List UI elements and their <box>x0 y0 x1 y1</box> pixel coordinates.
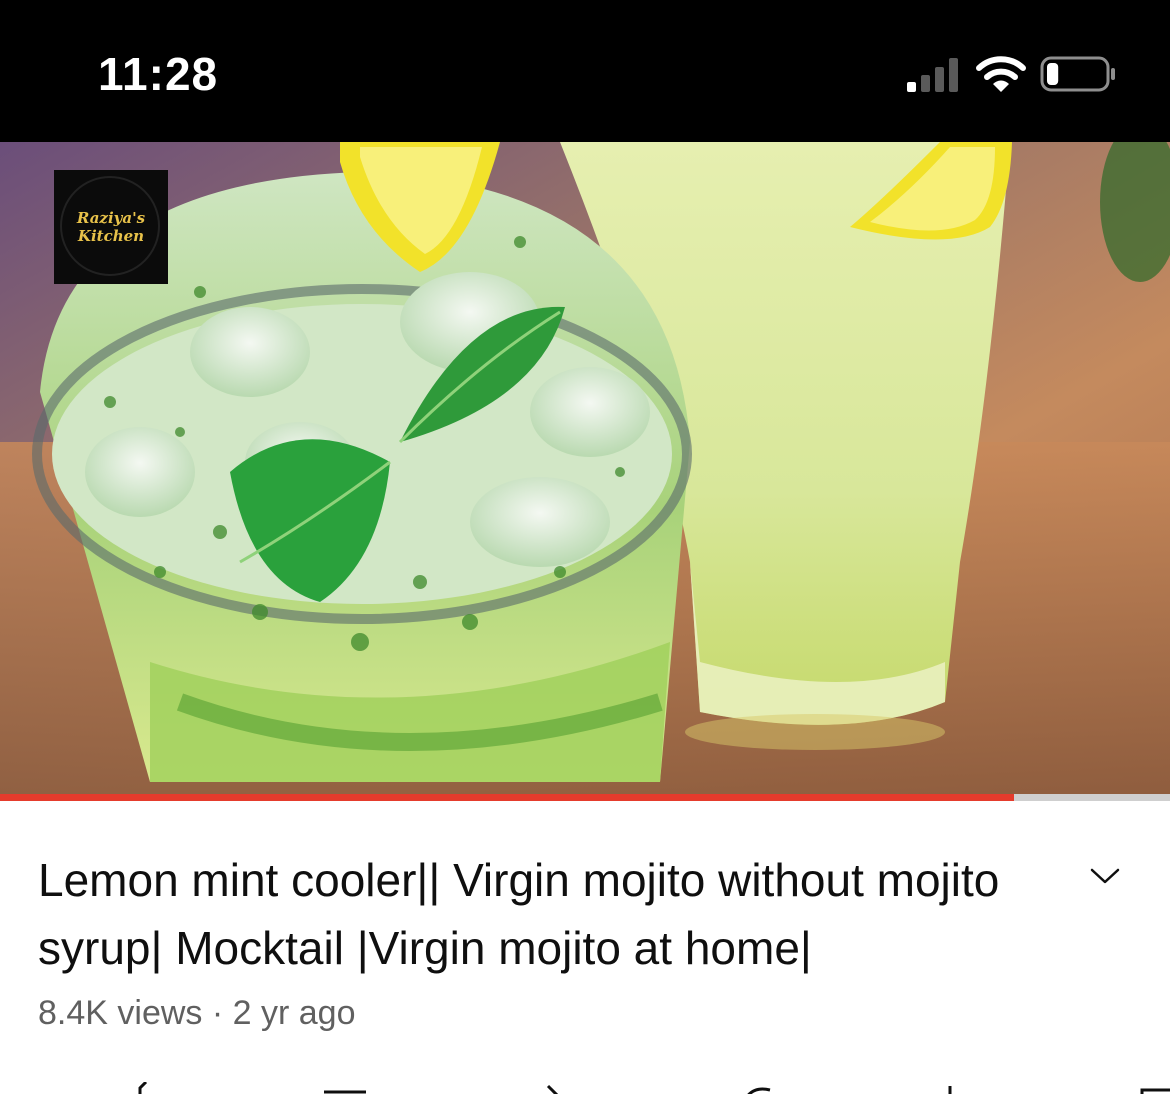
dislike-icon[interactable] <box>320 1082 370 1094</box>
watermark-text-line1: Raziya's <box>76 209 146 227</box>
watermark-text-line2: Kitchen <box>77 227 145 245</box>
channel-watermark-logo: Raziya's Kitchen <box>54 170 168 284</box>
chevron-down-icon <box>1090 868 1120 884</box>
battery-icon <box>1040 56 1115 92</box>
remix-icon[interactable] <box>740 1082 780 1094</box>
like-icon[interactable] <box>130 1080 160 1094</box>
cellular-signal-icon <box>907 58 958 92</box>
video-progress-played <box>0 794 1015 801</box>
wifi-icon <box>976 56 1026 92</box>
video-thumbnail <box>0 142 1170 800</box>
share-icon[interactable] <box>540 1082 570 1094</box>
status-time: 11:28 <box>98 48 219 100</box>
video-title[interactable]: Lemon mint cooler|| Virgin mojito withou… <box>38 846 1058 982</box>
video-player[interactable]: Raziya's Kitchen <box>0 142 1170 800</box>
expand-description-button[interactable] <box>1082 856 1128 896</box>
video-action-row <box>0 1078 1170 1094</box>
video-metadata: 8.4K views · 2 yr ago <box>38 994 356 1032</box>
save-icon[interactable] <box>1130 1082 1170 1094</box>
video-progress-bar[interactable] <box>0 794 1170 801</box>
download-icon[interactable] <box>940 1082 960 1094</box>
status-bar: 11:28 <box>0 0 1170 142</box>
